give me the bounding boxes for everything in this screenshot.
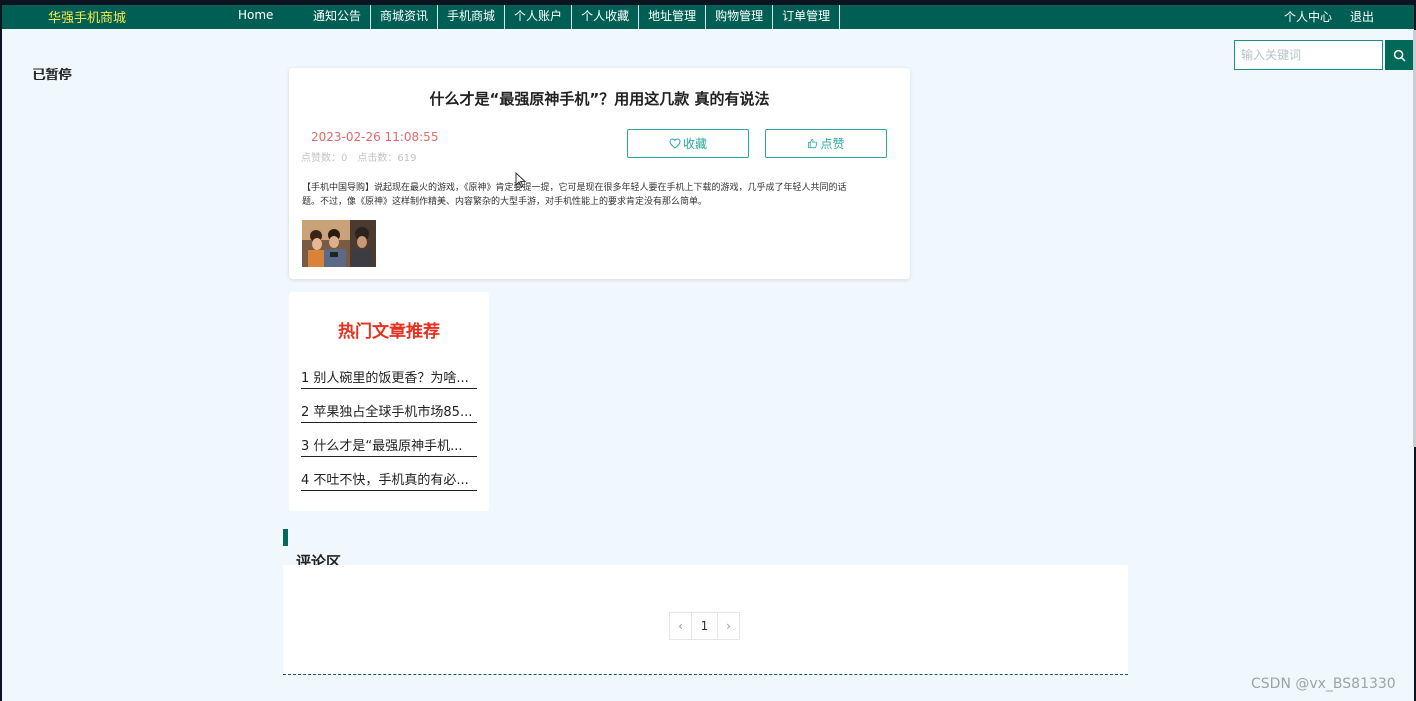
comments-box: ‹ 1 › <box>283 565 1128 675</box>
thumbs-up-icon <box>808 138 818 149</box>
comments-accent-bar <box>283 529 288 546</box>
hot-articles-list: 1 别人碗里的饭更香？为啥... 2 苹果独占全球手机市场85... 3 什么才… <box>301 370 477 506</box>
nav-item-news[interactable]: 商城资讯 <box>371 5 439 29</box>
paused-status: 已暂停 <box>32 68 72 83</box>
hot-article-item[interactable]: 3 什么才是“最强原神手机... <box>301 438 477 472</box>
nav-item-phone-shop[interactable]: 手机商城 <box>438 5 506 29</box>
nav-item-orders[interactable]: 订单管理 <box>773 5 841 29</box>
hot-articles-title: 热门文章推荐 <box>338 322 440 342</box>
favorite-label: 收藏 <box>682 137 707 151</box>
logout-link[interactable]: 退出 <box>1350 8 1374 25</box>
article-title: 什么才是“最强原神手机”？用用这几款 真的有说法 <box>429 90 770 108</box>
article-card: 什么才是“最强原神手机”？用用这几款 真的有说法 2023-02-26 11:0… <box>289 68 910 279</box>
pagination: ‹ 1 › <box>669 612 740 640</box>
hot-article-item[interactable]: 4 不吐不快，手机真的有必... <box>301 472 477 506</box>
watermark-text: CSDN @vx_BS81330 <box>1251 676 1396 692</box>
article-stats: 点赞数：0 点击数：619 <box>301 149 416 164</box>
article-thumbnail[interactable] <box>302 220 376 267</box>
article-summary: 【手机中国导购】说起现在最火的游戏，《原神》肯定要提一提，它可是现在很多年轻人要… <box>302 183 847 207</box>
nav-user-menu: 个人中心 退出 <box>1284 8 1374 25</box>
page-number-1[interactable]: 1 <box>691 612 718 640</box>
brand-logo[interactable]: 华强手机商城 <box>48 7 126 26</box>
nav-item-address[interactable]: 地址管理 <box>639 5 707 29</box>
favorite-button[interactable]: 收藏 <box>627 129 749 158</box>
search-button[interactable] <box>1385 40 1414 70</box>
search-input[interactable] <box>1234 40 1383 70</box>
hot-articles-panel: 热门文章推荐 1 别人碗里的饭更香？为啥... 2 苹果独占全球手机市场85..… <box>289 292 489 511</box>
clicks-count-text: 点击数：619 <box>357 153 417 164</box>
hot-article-item[interactable]: 1 别人碗里的饭更香？为啥... <box>301 370 477 404</box>
user-center-link[interactable]: 个人中心 <box>1284 8 1332 25</box>
search-icon <box>1393 49 1406 61</box>
nav-menu: 通知公告 商城资讯 手机商城 个人账户 个人收藏 地址管理 购物管理 订单管理 <box>304 5 841 29</box>
like-label: 点赞 <box>820 137 845 151</box>
like-button[interactable]: 点赞 <box>765 129 887 158</box>
prev-page-button[interactable]: ‹ <box>669 612 692 640</box>
heart-icon <box>669 138 681 149</box>
nav-home[interactable]: Home <box>238 8 273 22</box>
hot-article-item[interactable]: 2 苹果独占全球手机市场85... <box>301 404 477 438</box>
nav-item-cart[interactable]: 购物管理 <box>706 5 774 29</box>
nav-item-favorites[interactable]: 个人收藏 <box>572 5 640 29</box>
nav-item-notices[interactable]: 通知公告 <box>304 5 372 29</box>
article-date: 2023-02-26 11:08:55 <box>311 130 439 144</box>
likes-count-text: 点赞数：0 <box>301 153 348 164</box>
top-navbar: 华强手机商城 Home 通知公告 商城资讯 手机商城 个人账户 个人收藏 地址管… <box>2 5 1414 29</box>
mouse-pointer-icon <box>515 172 527 188</box>
next-page-button[interactable]: › <box>717 612 740 640</box>
nav-item-account[interactable]: 个人账户 <box>505 5 573 29</box>
